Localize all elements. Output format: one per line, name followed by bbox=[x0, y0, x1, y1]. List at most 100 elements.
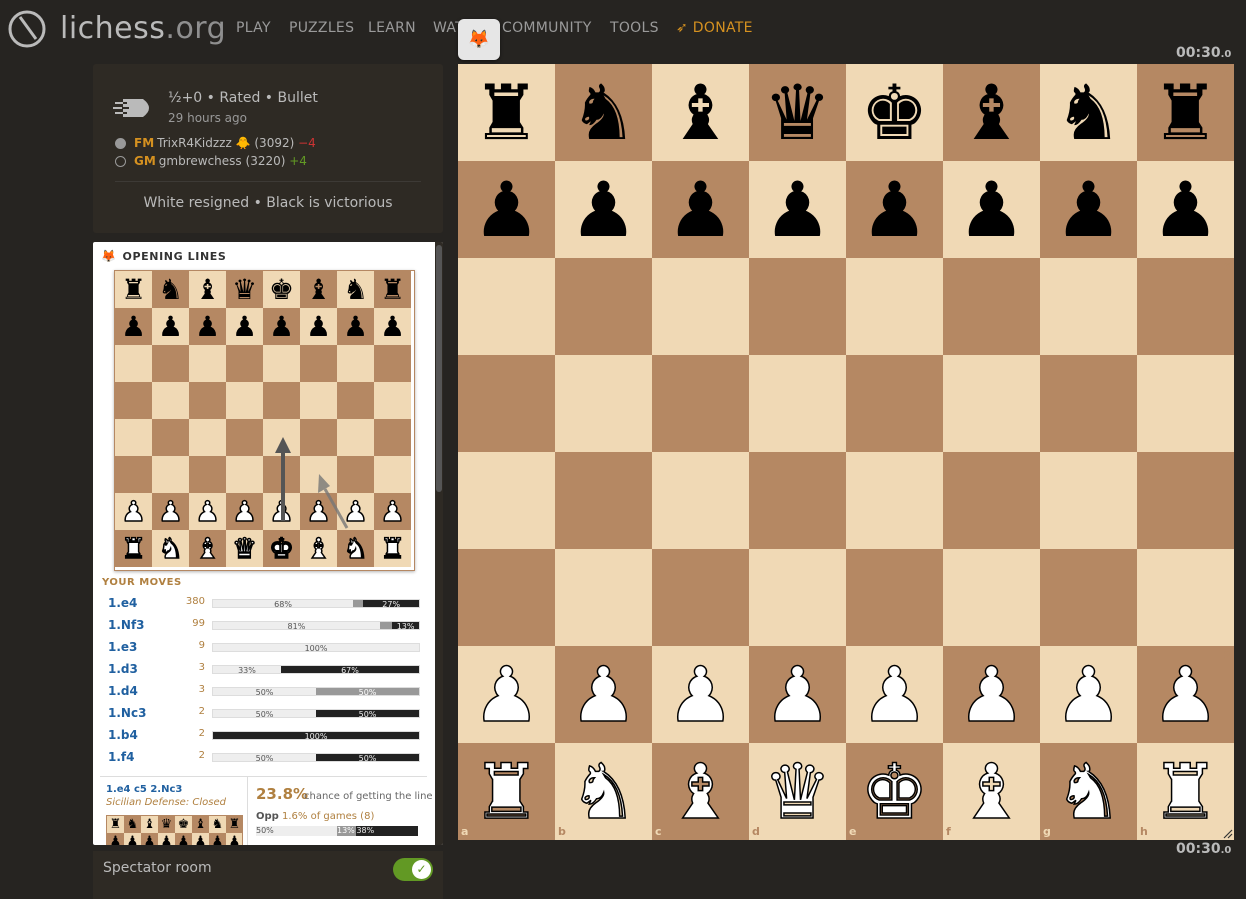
board-square-f5[interactable] bbox=[943, 355, 1040, 452]
white-bishop-icon[interactable]: ♝ bbox=[943, 743, 1040, 840]
board-square-d3[interactable] bbox=[749, 549, 846, 646]
black-rook-icon[interactable]: ♜ bbox=[1137, 64, 1234, 161]
white-queen-icon[interactable]: ♛ bbox=[749, 743, 846, 840]
black-rook-icon[interactable]: ♜ bbox=[458, 64, 555, 161]
move-san[interactable]: 1.e4 bbox=[108, 596, 137, 610]
move-row[interactable]: 1.f4 2 50% 50% bbox=[93, 746, 428, 768]
black-player[interactable]: GM gmbrewchess (3220) +4 bbox=[115, 154, 307, 168]
white-rook-icon[interactable]: ♜ bbox=[458, 743, 555, 840]
white-player-name[interactable]: TrixR4Kidzzz bbox=[157, 136, 232, 150]
move-san[interactable]: 1.d3 bbox=[108, 662, 138, 676]
white-rook-icon[interactable]: ♜ bbox=[1137, 743, 1234, 840]
board-square-h3[interactable] bbox=[1137, 549, 1234, 646]
chess-board[interactable]: ♜ ♞ ♝ ♛ ♚ ♝ ♞ ♜ ♟ ♟ ♟ ♟ ♟ ♟ ♟ ♟ ♟ ♟ ♟ ♟ ♟ ♟ ♟ ♟ ♜ ♞ ♝ ♛ ♚ ♝ ♞ ♜ 8 7 6 5 4 3 2 1… bbox=[458, 64, 1234, 840]
nav-puzzles[interactable]: PUZZLES bbox=[289, 20, 354, 36]
white-pawn-icon[interactable]: ♟ bbox=[555, 646, 652, 743]
white-player[interactable]: FM TrixR4Kidzzz 🐥 (3092) −4 bbox=[115, 136, 316, 150]
black-knight-icon[interactable]: ♞ bbox=[1040, 64, 1137, 161]
extension-fox-button[interactable]: 🦊 bbox=[458, 19, 500, 60]
white-bishop-icon[interactable]: ♝ bbox=[652, 743, 749, 840]
black-knight-icon[interactable]: ♞ bbox=[555, 64, 652, 161]
board-square-f3[interactable] bbox=[943, 549, 1040, 646]
move-row[interactable]: 1.Nf3 99 81% 13% bbox=[93, 614, 428, 636]
board-square-e5[interactable] bbox=[846, 355, 943, 452]
board-square-c6[interactable] bbox=[652, 258, 749, 355]
move-row[interactable]: 1.d3 3 33% 67% bbox=[93, 658, 428, 680]
black-pawn-icon[interactable]: ♟ bbox=[943, 161, 1040, 258]
move-row[interactable]: 1.d4 3 50% 50% bbox=[93, 680, 428, 702]
board-square-a3[interactable] bbox=[458, 549, 555, 646]
board-square-b5[interactable] bbox=[555, 355, 652, 452]
board-square-h4[interactable] bbox=[1137, 452, 1234, 549]
opening-line-box[interactable]: 1.e4 c5 2.Nc3 Sicilian Defense: Closed ♜… bbox=[100, 776, 433, 845]
white-pawn-icon[interactable]: ♟ bbox=[458, 646, 555, 743]
white-pawn-icon[interactable]: ♟ bbox=[652, 646, 749, 743]
board-square-a6[interactable] bbox=[458, 258, 555, 355]
board-square-f4[interactable] bbox=[943, 452, 1040, 549]
board-square-b4[interactable] bbox=[555, 452, 652, 549]
black-pawn-icon[interactable]: ♟ bbox=[652, 161, 749, 258]
board-square-g3[interactable] bbox=[1040, 549, 1137, 646]
line-moves[interactable]: 1.e4 c5 2.Nc3 bbox=[106, 784, 182, 795]
nav-community[interactable]: COMMUNITY bbox=[502, 20, 592, 36]
black-king-icon[interactable]: ♚ bbox=[846, 64, 943, 161]
move-san[interactable]: 1.d4 bbox=[108, 684, 138, 698]
white-pawn-icon[interactable]: ♟ bbox=[1137, 646, 1234, 743]
board-square-d6[interactable] bbox=[749, 258, 846, 355]
nav-donate[interactable]: ➶ DONATE bbox=[676, 20, 753, 36]
board-square-h5[interactable] bbox=[1137, 355, 1234, 452]
mini-square-d3 bbox=[226, 456, 263, 493]
move-san[interactable]: 1.Nc3 bbox=[108, 706, 146, 720]
black-pawn-icon[interactable]: ♟ bbox=[749, 161, 846, 258]
black-player-name[interactable]: gmbrewchess bbox=[159, 154, 242, 168]
nav-learn[interactable]: LEARN bbox=[368, 20, 416, 36]
board-square-g5[interactable] bbox=[1040, 355, 1137, 452]
white-pawn-icon[interactable]: ♟ bbox=[943, 646, 1040, 743]
white-pawn-icon[interactable]: ♟ bbox=[1040, 646, 1137, 743]
move-row[interactable]: 1.Nc3 2 50% 50% bbox=[93, 702, 428, 724]
move-san[interactable]: 1.Nf3 bbox=[108, 618, 145, 632]
spectator-room-toggle[interactable]: ✓ bbox=[393, 858, 433, 881]
nav-tools[interactable]: TOOLS bbox=[610, 20, 659, 36]
board-square-e6[interactable] bbox=[846, 258, 943, 355]
board-square-e4[interactable] bbox=[846, 452, 943, 549]
move-san[interactable]: 1.b4 bbox=[108, 728, 138, 742]
board-square-a4[interactable] bbox=[458, 452, 555, 549]
black-pawn-icon[interactable]: ♟ bbox=[555, 161, 652, 258]
board-square-g4[interactable] bbox=[1040, 452, 1137, 549]
black-pawn-icon[interactable]: ♟ bbox=[1137, 161, 1234, 258]
board-square-e3[interactable] bbox=[846, 549, 943, 646]
board-square-f6[interactable] bbox=[943, 258, 1040, 355]
board-square-d4[interactable] bbox=[749, 452, 846, 549]
move-row[interactable]: 1.e4 380 68% 27% bbox=[93, 592, 428, 614]
board-square-g6[interactable] bbox=[1040, 258, 1137, 355]
move-san[interactable]: 1.f4 bbox=[108, 750, 134, 764]
board-square-b6[interactable] bbox=[555, 258, 652, 355]
board-square-d5[interactable] bbox=[749, 355, 846, 452]
board-resize-handle[interactable] bbox=[1223, 829, 1233, 839]
black-pawn-icon[interactable]: ♟ bbox=[846, 161, 943, 258]
board-square-h6[interactable] bbox=[1137, 258, 1234, 355]
board-square-c3[interactable] bbox=[652, 549, 749, 646]
black-queen-icon[interactable]: ♛ bbox=[749, 64, 846, 161]
panel-scrollbar[interactable] bbox=[435, 242, 443, 845]
black-bishop-icon[interactable]: ♝ bbox=[652, 64, 749, 161]
white-knight-icon[interactable]: ♞ bbox=[555, 743, 652, 840]
board-square-a5[interactable] bbox=[458, 355, 555, 452]
white-knight-icon[interactable]: ♞ bbox=[1040, 743, 1137, 840]
lichess-logo[interactable]: lichess.org bbox=[6, 6, 226, 50]
white-pawn-icon[interactable]: ♟ bbox=[749, 646, 846, 743]
black-pawn-icon[interactable]: ♟ bbox=[458, 161, 555, 258]
white-king-icon[interactable]: ♚ bbox=[846, 743, 943, 840]
board-square-c5[interactable] bbox=[652, 355, 749, 452]
board-square-c4[interactable] bbox=[652, 452, 749, 549]
black-pawn-icon[interactable]: ♟ bbox=[1040, 161, 1137, 258]
move-san[interactable]: 1.e3 bbox=[108, 640, 137, 654]
move-row[interactable]: 1.b4 2 100% bbox=[93, 724, 428, 746]
move-row[interactable]: 1.e3 9 100% bbox=[93, 636, 428, 658]
scrollbar-thumb[interactable] bbox=[436, 245, 442, 492]
black-bishop-icon[interactable]: ♝ bbox=[943, 64, 1040, 161]
board-square-b3[interactable] bbox=[555, 549, 652, 646]
nav-play[interactable]: PLAY bbox=[236, 20, 271, 36]
white-pawn-icon[interactable]: ♟ bbox=[846, 646, 943, 743]
